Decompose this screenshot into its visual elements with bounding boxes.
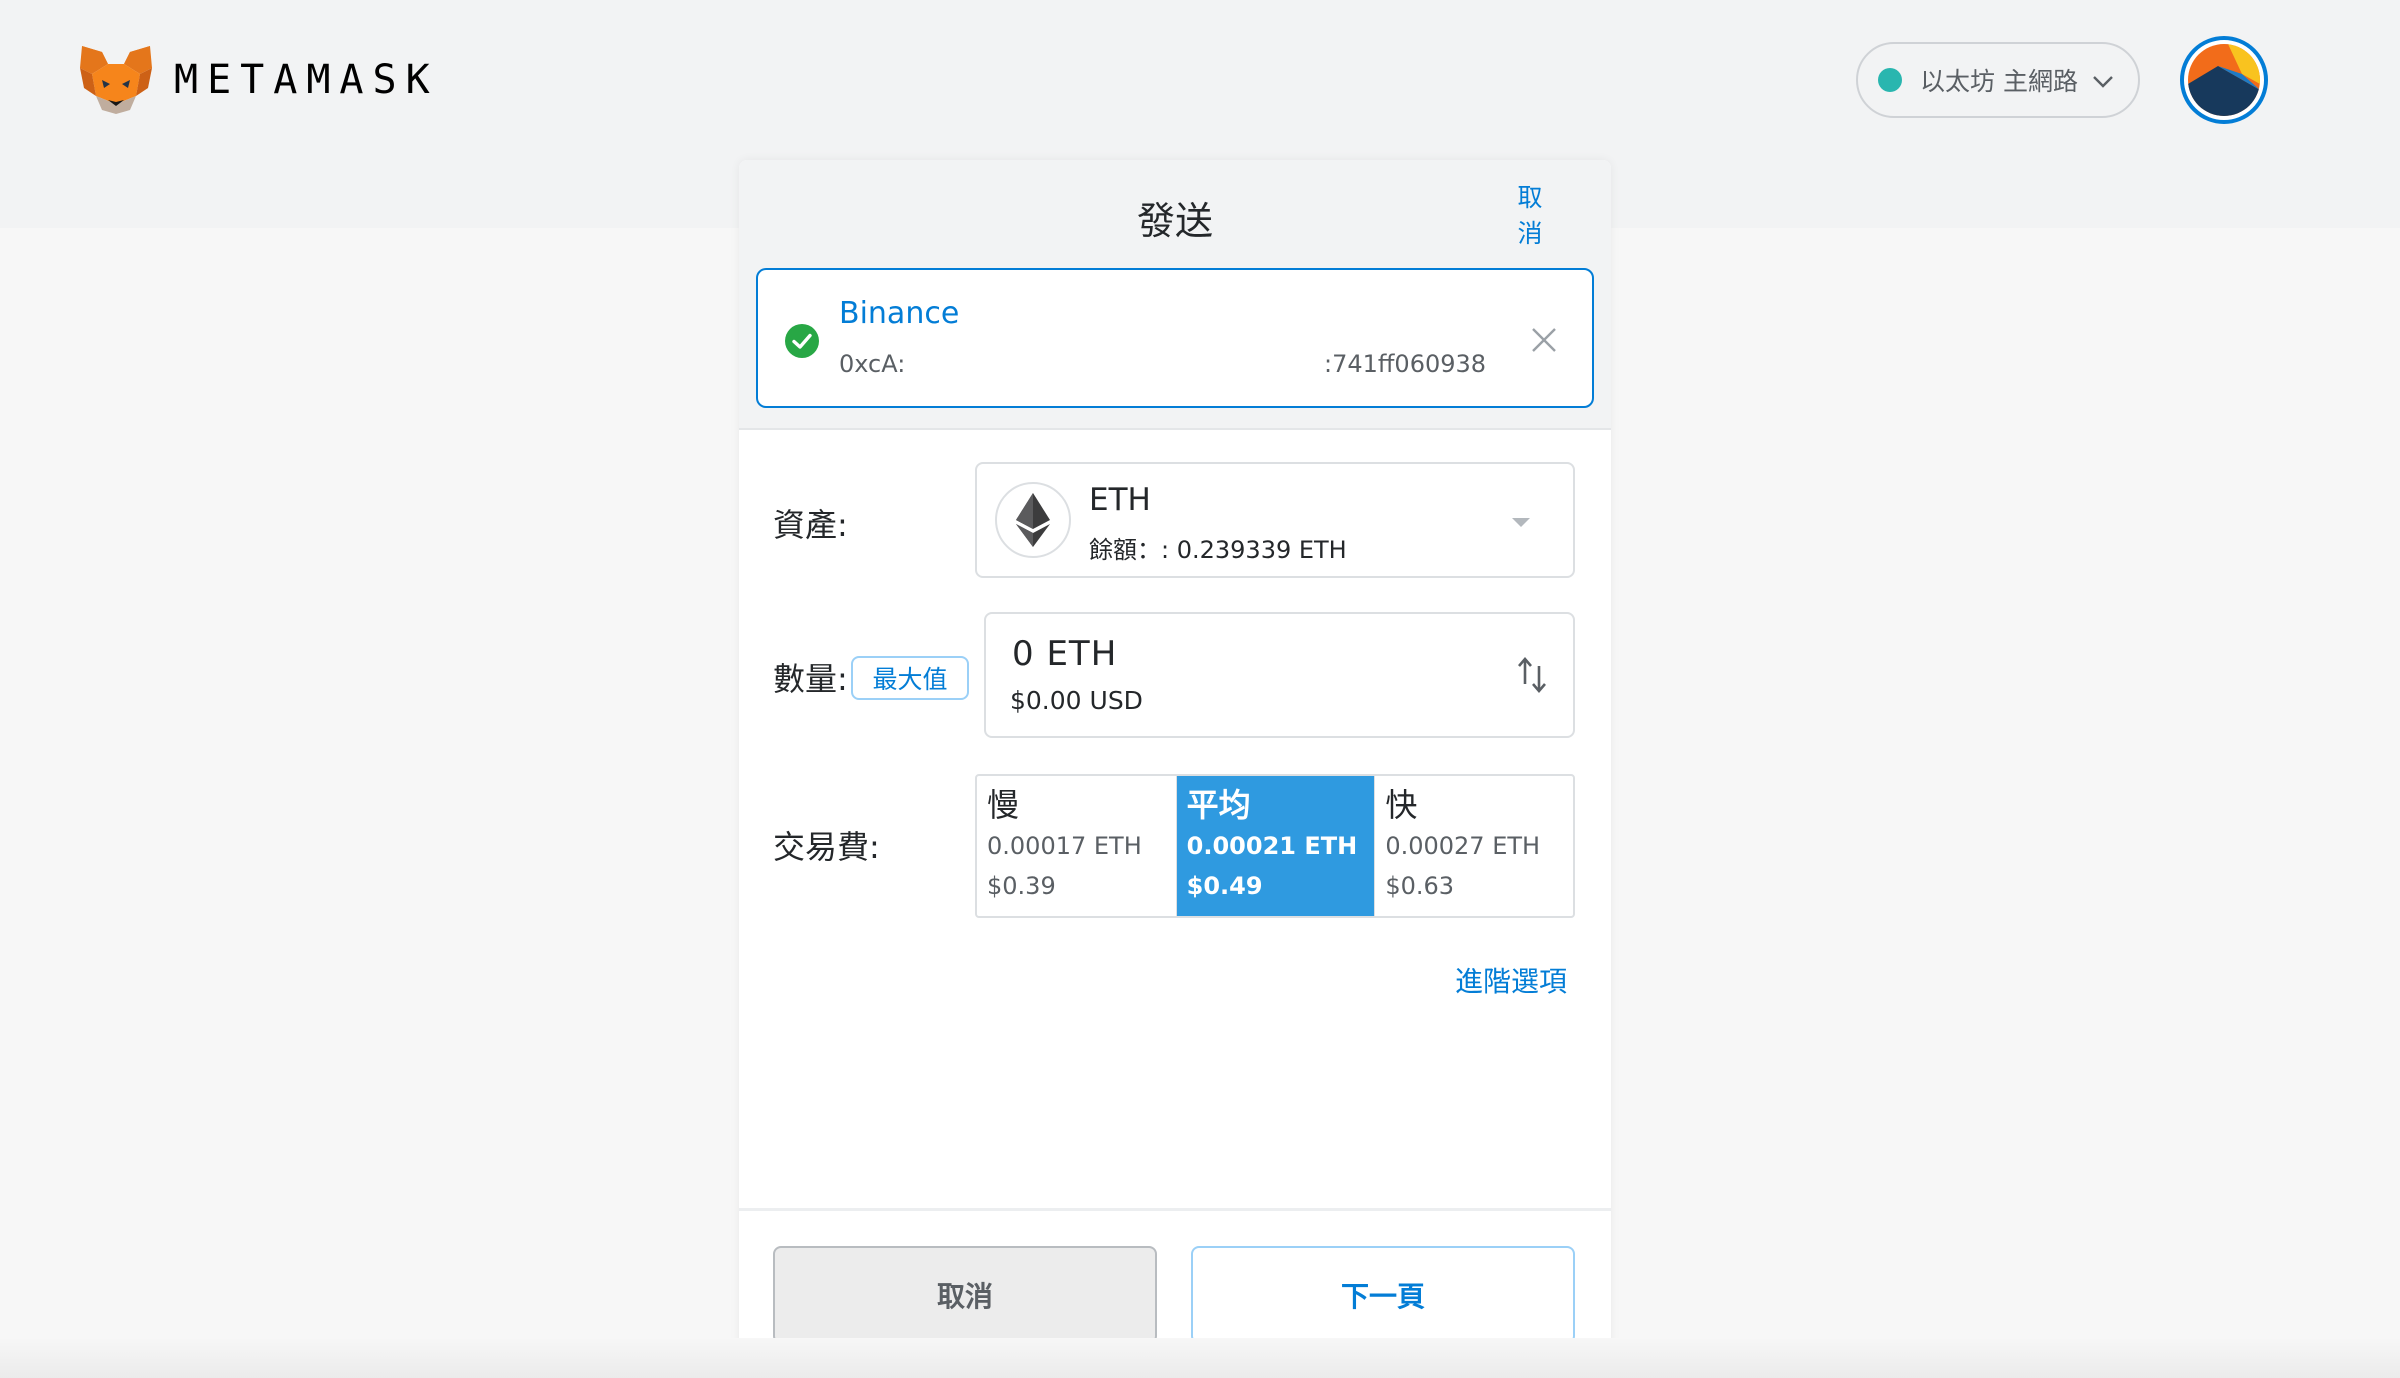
check-circle-icon (785, 324, 819, 358)
ethereum-icon (995, 482, 1071, 558)
send-panel: 發送 取消 Binance 0xcA: :741ff060938 資產: ETH… (739, 160, 1611, 1378)
fee-option-usd: $0.49 (1186, 872, 1263, 900)
chevron-down-icon (2093, 76, 2113, 88)
fee-option-slow[interactable]: 慢 0.00017 ETH $0.39 (977, 776, 1176, 916)
max-amount-button[interactable]: 最大值 (851, 656, 969, 700)
amount-fiat: $0.00 USD (1010, 686, 1143, 715)
network-selector[interactable]: 以太坊 主網路 (1856, 42, 2140, 118)
next-button[interactable]: 下一頁 (1191, 1246, 1575, 1344)
asset-symbol: ETH (1089, 482, 1151, 518)
send-header: 發送 取消 Binance 0xcA: :741ff060938 (739, 160, 1611, 430)
recipient-card[interactable]: Binance 0xcA: :741ff060938 (756, 268, 1594, 408)
fee-label: 交易費: (773, 828, 880, 866)
gas-fee-selector: 慢 0.00017 ETH $0.39 平均 0.00021 ETH $0.49… (975, 774, 1575, 918)
asset-label: 資產: (773, 506, 848, 544)
asset-balance: 餘額：: 0.239339 ETH (1089, 536, 1347, 564)
swap-vertical-icon[interactable] (1514, 654, 1550, 696)
footer-divider (739, 1208, 1611, 1211)
account-avatar[interactable] (2180, 36, 2268, 124)
fee-option-eth: 0.00027 ETH (1385, 832, 1541, 860)
fee-option-fast[interactable]: 快 0.00027 ETH $0.63 (1374, 776, 1573, 916)
amount-input[interactable]: 0 ETH $0.00 USD (984, 612, 1575, 738)
amount-label: 數量: (773, 660, 848, 698)
cancel-button[interactable]: 取消 (773, 1246, 1157, 1344)
brand-name: METAMASK (174, 57, 439, 103)
recipient-address-end: :741ff060938 (1324, 350, 1487, 378)
close-icon[interactable] (1528, 324, 1560, 356)
advanced-options-link[interactable]: 進階選項 (1455, 960, 1567, 1000)
fee-option-usd: $0.63 (1385, 872, 1455, 900)
fee-option-name: 快 (1385, 786, 1418, 824)
asset-selector[interactable]: ETH 餘額：: 0.239339 ETH (975, 462, 1575, 578)
recipient-address-start: 0xcA: (839, 350, 906, 378)
fox-icon (80, 46, 152, 114)
fee-option-average[interactable]: 平均 0.00021 ETH $0.49 (1175, 776, 1375, 916)
fee-option-eth: 0.00017 ETH (987, 832, 1142, 860)
metamask-logo[interactable]: METAMASK (78, 44, 439, 116)
header-cancel-link[interactable]: 取消 (1513, 180, 1547, 252)
fee-option-usd: $0.39 (987, 872, 1056, 900)
fee-option-eth: 0.00021 ETH (1186, 832, 1358, 860)
network-label: 以太坊 主網路 (1920, 67, 2078, 96)
caret-down-icon (1512, 518, 1530, 527)
fee-option-name: 慢 (987, 786, 1020, 824)
amount-value: 0 ETH (1012, 634, 1118, 674)
network-status-dot (1878, 68, 1902, 92)
page-title: 發送 (1136, 199, 1213, 243)
recipient-name: Binance (839, 296, 960, 331)
bottom-shade (0, 1338, 2400, 1378)
fee-option-name: 平均 (1186, 786, 1251, 824)
identicon-icon (2188, 44, 2260, 116)
